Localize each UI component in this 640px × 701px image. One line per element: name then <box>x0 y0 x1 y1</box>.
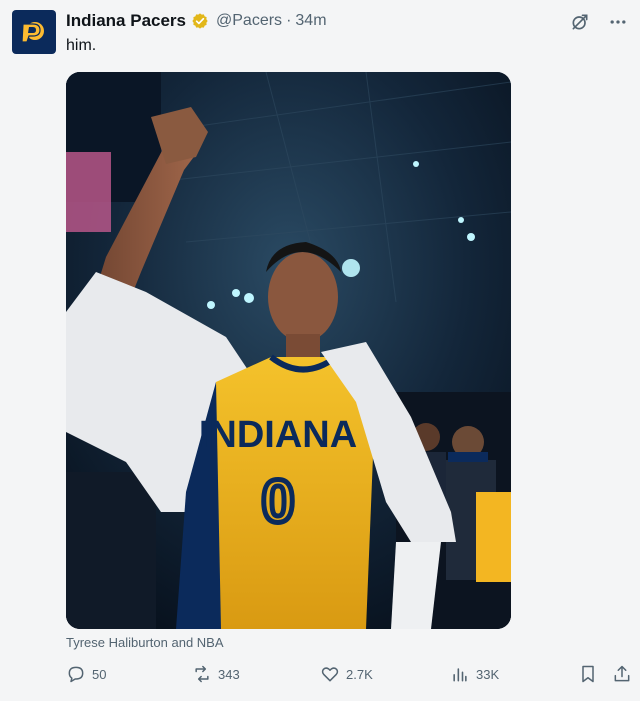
reply-count: 50 <box>92 666 107 682</box>
avatar[interactable] <box>12 10 56 54</box>
repost-button[interactable]: 343 <box>192 664 240 684</box>
views-chart-icon <box>453 668 467 682</box>
pacers-logo-icon <box>21 22 44 43</box>
reply-button[interactable]: 50 <box>66 664 106 684</box>
share-icon <box>614 665 630 682</box>
share-button[interactable] <box>612 664 632 684</box>
reply-icon <box>68 666 84 683</box>
media-caption: Tyrese Haliburton and NBA <box>66 635 224 650</box>
heart-icon <box>321 667 339 682</box>
jersey-text: INDIANA <box>199 414 357 456</box>
separator-dot: · <box>286 12 292 29</box>
views-button[interactable]: 33K <box>450 664 499 684</box>
verified-badge-icon <box>192 13 208 29</box>
tweet-text: him. <box>66 37 97 54</box>
bookmark-icon <box>582 665 594 683</box>
like-button[interactable]: 2.7K <box>320 664 373 684</box>
tweet-media-photo[interactable]: INDIANA 0 <box>66 72 511 629</box>
more-icon[interactable] <box>608 12 628 32</box>
tweet-header: Indiana Pacers @Pacers · 34m <box>66 11 327 31</box>
player-photo: INDIANA 0 <box>66 72 511 629</box>
author-handle[interactable]: @Pacers <box>216 12 282 30</box>
jersey-number: 0 <box>261 468 294 535</box>
tweet-card[interactable]: Indiana Pacers @Pacers · 34m him. INDIAN… <box>0 0 640 701</box>
view-count: 33K <box>476 666 500 682</box>
action-bar: 50 343 2.7K 33K <box>66 664 630 690</box>
header-actions <box>570 12 628 32</box>
bookmark-button[interactable] <box>578 664 598 684</box>
repost-icon <box>195 665 209 683</box>
author-name[interactable]: Indiana Pacers <box>66 11 186 31</box>
grok-icon[interactable] <box>570 12 590 32</box>
like-count: 2.7K <box>346 666 373 682</box>
tweet-timestamp[interactable]: 34m <box>295 12 326 30</box>
repost-count: 343 <box>218 666 240 682</box>
